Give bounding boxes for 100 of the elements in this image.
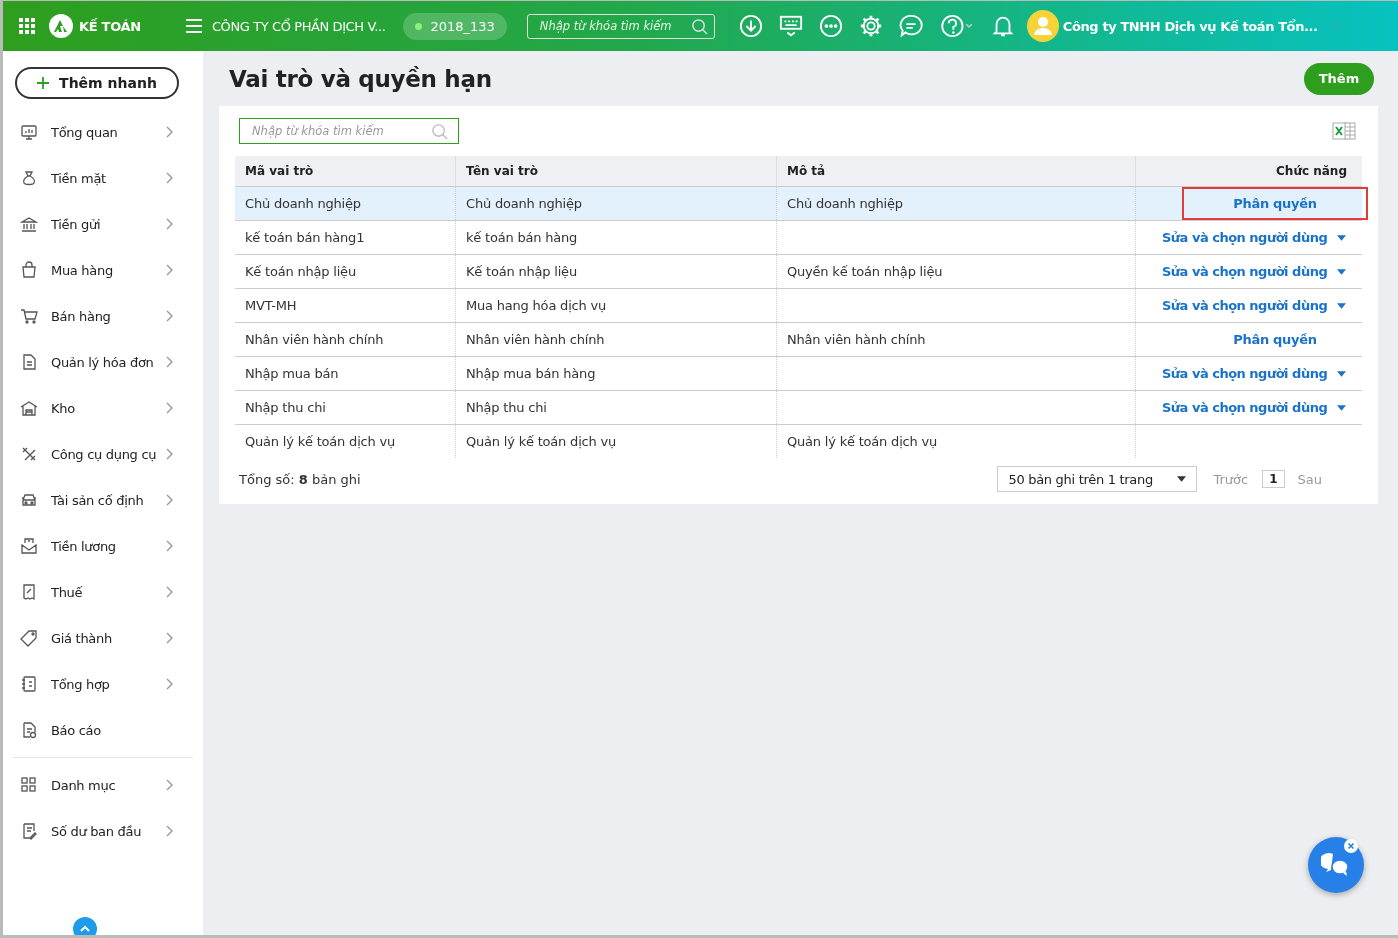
table-cell: Nhập thu chi [466,400,547,415]
table-cell: Kế toán nhập liệu [245,264,356,279]
table-cell: Chủ doanh nghiệp [787,196,903,211]
search-icon[interactable] [431,122,448,140]
dropdown-arrow-icon[interactable] [1177,476,1187,482]
cart-icon [20,307,38,325]
quick-add-button[interactable]: Thêm nhanh [15,67,179,99]
sidebar-item[interactable]: Thuế [51,584,165,600]
sidebar-item[interactable]: Kho [51,400,165,416]
chevron-right-icon[interactable] [165,264,173,276]
plus-icon [37,77,50,89]
search-icon[interactable] [690,17,708,35]
chevron-right-icon[interactable] [165,678,173,690]
page-number[interactable]: 1 [1262,470,1285,488]
chevron-right-icon[interactable] [165,218,173,230]
table-cell: Nhân viên hành chính [787,332,926,347]
table-cell: Chủ doanh nghiệp [466,196,582,211]
table-cell: Nhập mua bán [245,366,339,381]
grid-icon [20,776,38,794]
page-size-dropdown[interactable]: 50 bản ghi trên 1 trang [997,466,1198,492]
sidebar-item[interactable]: Tiền mặt [51,170,165,186]
assign-permission-link[interactable]: Phân quyền [1184,189,1366,218]
column-header: Tên vai trò [455,156,777,187]
excel-export-icon[interactable] [1332,121,1356,141]
sidebar-item[interactable]: Bán hàng [51,308,165,324]
column-header: Chức năng [1135,156,1362,187]
chevron-right-icon[interactable] [165,540,173,552]
ledger-icon [20,675,38,693]
chevron-right-icon[interactable] [165,448,173,460]
column-header: Mô tả [776,156,1136,187]
sidebar-item[interactable]: Công cụ dụng cụ [51,446,165,462]
sidebar-item[interactable]: Số dư ban đầu [51,823,165,839]
edit-users-link[interactable]: Sửa và chọn người dùng [1162,400,1328,415]
chevron-right-icon[interactable] [165,494,173,506]
table-cell: Quản lý kế toán dịch vụ [787,434,937,449]
column-header: Mã vai trò [235,156,456,187]
sidebar-item[interactable]: Tổng hợp [51,676,165,692]
chevron-right-icon[interactable] [165,310,173,322]
help-icon[interactable] [938,14,975,38]
tools-icon [20,445,38,463]
sidebar-item[interactable]: Giá thành [51,630,165,646]
table-cell: Quản lý kế toán dịch vụ [245,434,395,449]
edit-users-link[interactable]: Sửa và chọn người dùng [1162,264,1328,279]
chevron-right-icon[interactable] [165,356,173,368]
more-icon[interactable] [818,14,843,38]
edit-users-link[interactable]: Sửa và chọn người dùng [1162,298,1328,313]
sidebar-item[interactable]: Danh mục [51,777,165,793]
report-icon [20,721,38,739]
download-icon[interactable] [738,14,763,38]
table-cell: kế toán bán hàng [466,230,578,245]
sidebar-item[interactable]: Tài sản cố định [51,492,165,508]
menu-icon[interactable] [184,18,203,34]
chat-icon[interactable] [898,14,923,38]
app-grid-icon[interactable] [19,18,35,34]
tag-icon [20,629,38,647]
table-cell: Nhân viên hành chính [245,332,384,347]
avatar-icon[interactable] [1026,10,1059,42]
collapse-icon[interactable] [73,917,97,935]
chevron-right-icon[interactable] [165,402,173,414]
chevron-right-icon[interactable] [165,586,173,598]
brand-name: KẾ TOÁN [79,18,141,34]
envelope-icon [20,537,38,555]
chat-bubbles-icon[interactable] [1321,852,1351,878]
bank-icon [20,215,38,233]
chevron-right-icon[interactable] [165,126,173,138]
table-cell: MVT-MH [245,298,297,313]
table-cell: Chủ doanh nghiệp [245,196,361,211]
chevron-right-icon[interactable] [165,172,173,184]
keyboard-icon[interactable] [778,14,803,38]
sidebar-item[interactable]: Quản lý hóa đơn [51,354,165,370]
document-icon [20,353,38,371]
sidebar-item[interactable]: Tổng quan [51,124,165,140]
table-cell: Kế toán nhập liệu [466,264,577,279]
page-title: Vai trò và quyền hạn [229,65,492,92]
search-field[interactable]: Nhập từ khóa tìm kiếm [239,118,459,144]
table-cell: Quyền kế toán nhập liệu [787,264,943,279]
warehouse-icon [20,399,38,417]
chevron-right-icon[interactable] [165,825,173,837]
money-bag-icon [20,169,38,187]
sidebar-item[interactable]: Tiền lương [51,538,165,554]
edit-users-link[interactable]: Sửa và chọn người dùng [1162,366,1328,381]
close-icon[interactable] [1344,839,1358,853]
total-records: Tổng số: 8 bản ghi [239,471,361,487]
table-cell: kế toán bán hàng1 [245,230,365,245]
table-cell: Nhập thu chi [245,400,326,415]
bell-icon[interactable] [990,14,1015,38]
edit-document-icon [20,822,38,840]
chevron-right-icon[interactable] [165,779,173,791]
car-icon [20,491,38,509]
chevron-right-icon[interactable] [165,632,173,644]
monitor-icon [20,123,38,141]
shopping-bag-icon [20,261,38,279]
chat-support-button[interactable] [1308,837,1364,893]
sidebar-item[interactable]: Mua hàng [51,262,165,278]
assign-permission-link[interactable]: Phân quyền [1184,325,1366,354]
table-cell: Nhân viên hành chính [466,332,605,347]
sidebar-item[interactable]: Báo cáo [51,722,203,738]
edit-users-link[interactable]: Sửa và chọn người dùng [1162,230,1328,245]
settings-icon[interactable] [858,14,883,38]
sidebar-item[interactable]: Tiền gửi [51,216,165,232]
